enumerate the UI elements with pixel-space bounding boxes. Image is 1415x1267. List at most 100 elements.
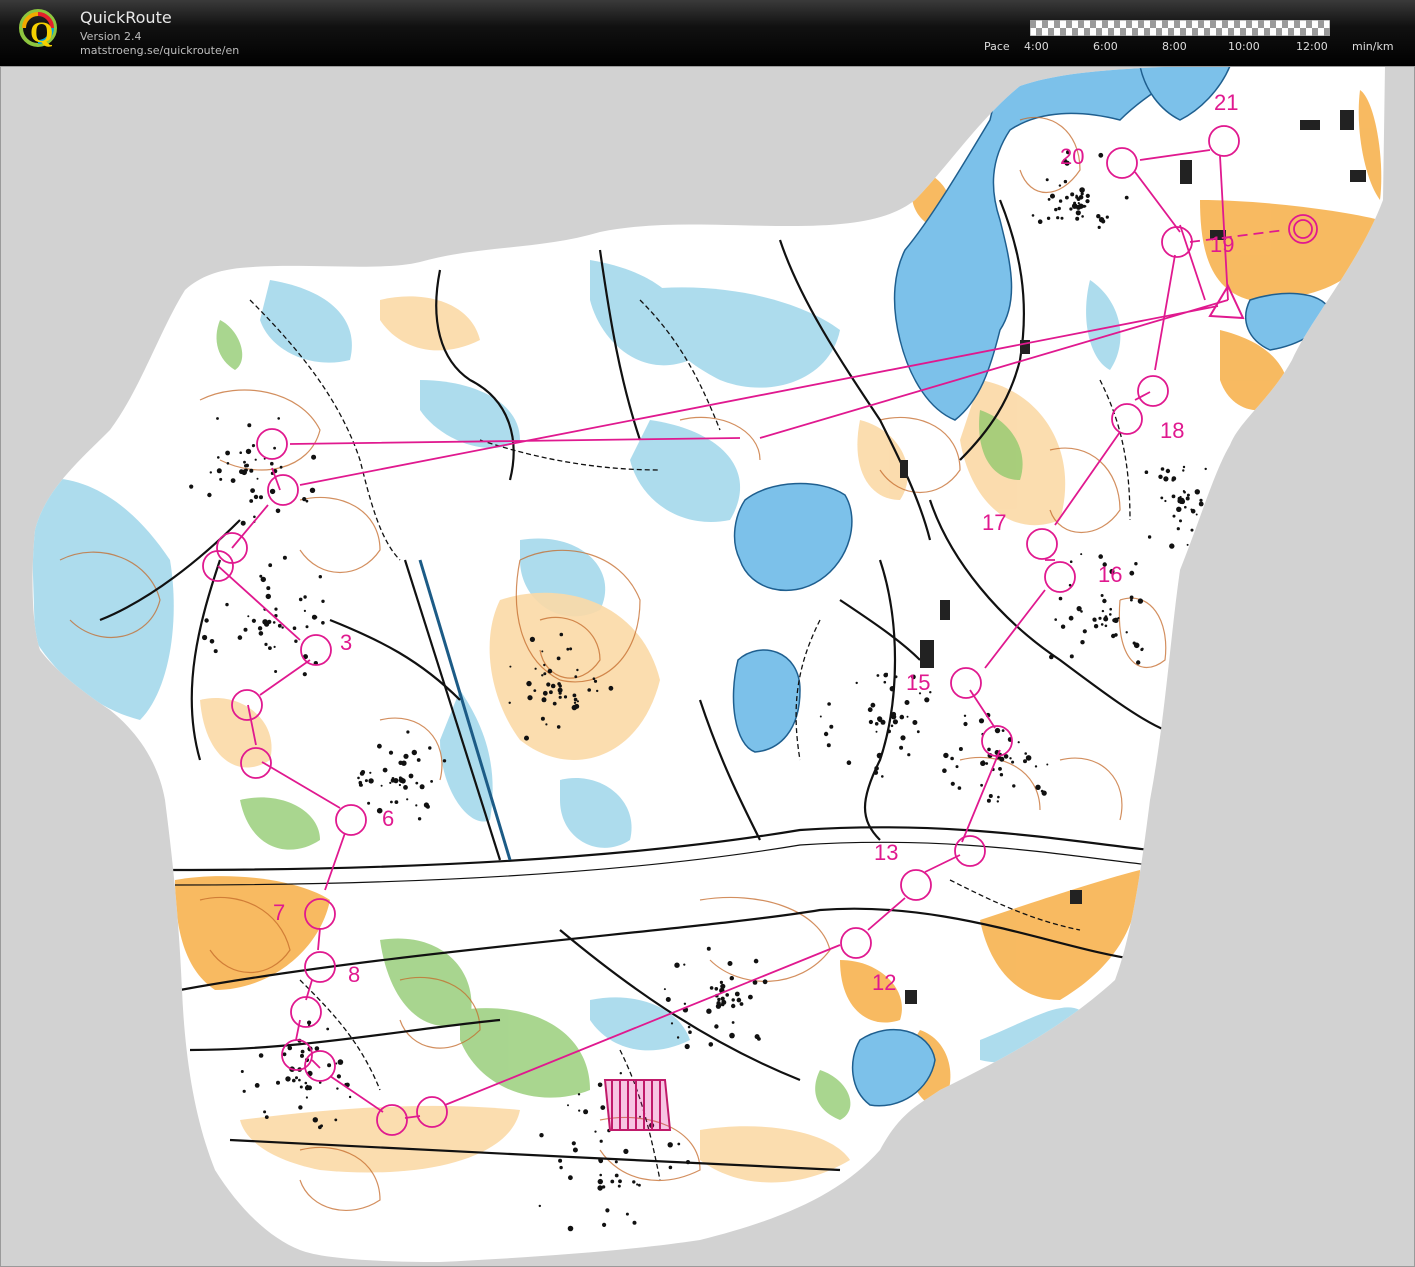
- control-number: 21: [1214, 90, 1238, 115]
- boulder-dot: [250, 488, 256, 493]
- boulder-dot: [1169, 543, 1175, 549]
- boulder-dot: [533, 689, 537, 692]
- boulder-dot: [275, 508, 281, 514]
- boulder-dot: [618, 1179, 622, 1184]
- boulder-dot: [1012, 784, 1016, 788]
- boulder-dot: [249, 468, 254, 473]
- boulder-dot: [1047, 198, 1051, 201]
- boulder-dot: [1098, 554, 1103, 559]
- boulder-dot: [880, 719, 886, 725]
- boulder-dot: [894, 675, 898, 679]
- boulder-dot: [213, 649, 218, 654]
- control-number: 17: [982, 510, 1006, 535]
- boulder-dot: [1172, 514, 1176, 518]
- boulder-dot: [1186, 543, 1189, 546]
- boulder-dot: [556, 725, 561, 729]
- boulder-dot: [1129, 595, 1134, 600]
- boulder-dot: [556, 656, 561, 661]
- boulder-dot: [390, 800, 393, 804]
- boulder-dot: [305, 625, 309, 629]
- boulder-dot: [1219, 504, 1223, 508]
- boulder-dot: [417, 817, 422, 821]
- boulder-dot: [266, 586, 271, 591]
- boulder-dot: [677, 1142, 681, 1146]
- boulder-dot: [663, 988, 666, 991]
- boulder-dot: [1080, 610, 1083, 613]
- boulder-dot: [415, 804, 418, 807]
- control-number: 20: [1060, 144, 1084, 169]
- boulder-dot: [1079, 187, 1085, 193]
- boulder-dot: [326, 1027, 330, 1031]
- boulder-dot: [1098, 152, 1104, 158]
- boulder-dot: [885, 672, 888, 676]
- boulder-dot: [202, 634, 208, 641]
- boulder-dot: [1104, 624, 1108, 628]
- boulder-dot: [217, 456, 220, 459]
- boulder-dot: [906, 715, 909, 718]
- boulder-dot: [1097, 225, 1101, 229]
- boulder-dot: [538, 1204, 541, 1208]
- boulder-dot: [734, 991, 740, 997]
- boulder-dot: [727, 961, 733, 966]
- boulder-dot: [1103, 616, 1109, 622]
- boulder-dot: [731, 1003, 736, 1009]
- boulder-dot: [762, 979, 768, 985]
- boulder-dot: [1227, 504, 1231, 508]
- boulder-dot: [1137, 598, 1144, 604]
- boulder-dot: [359, 771, 365, 776]
- boulder-dot: [736, 997, 742, 1003]
- boulder-dot: [881, 775, 884, 778]
- boulder-dot: [714, 1024, 719, 1029]
- boulder-dot: [1202, 533, 1207, 538]
- boulder-dot: [318, 575, 322, 579]
- boulder-dot: [543, 663, 546, 667]
- boulder-dot: [873, 770, 879, 775]
- boulder-dot: [557, 687, 563, 693]
- boulder-dot: [875, 730, 878, 733]
- boulder-dot: [388, 750, 394, 755]
- boulder-dot: [1085, 193, 1090, 198]
- boulder-dot: [1070, 192, 1075, 197]
- boulder-dot: [567, 1104, 569, 1107]
- boulder-dot: [307, 1020, 312, 1025]
- boulder-dot: [368, 778, 374, 784]
- pace-tick: 10:00: [1228, 40, 1260, 53]
- boulder-dot: [748, 994, 753, 1000]
- boulder-dot: [304, 1085, 310, 1091]
- boulder-dot: [1078, 195, 1084, 200]
- boulder-dot: [1101, 219, 1106, 224]
- boulder-dot: [978, 718, 985, 724]
- boulder-dot: [994, 727, 1001, 734]
- boulder-dot: [567, 1225, 574, 1232]
- boulder-dot: [924, 697, 930, 703]
- boulder-dot: [955, 765, 959, 769]
- boulder-dot: [668, 1165, 673, 1170]
- boulder-dot: [1214, 494, 1220, 500]
- boulder-dot: [258, 1053, 264, 1058]
- boulder-dot: [1147, 535, 1152, 539]
- boulder-dot: [709, 986, 714, 990]
- boulder-dot: [1160, 496, 1164, 500]
- control-number: 8: [348, 962, 360, 987]
- boulder-dot: [415, 781, 419, 785]
- boulder-dot: [253, 515, 256, 519]
- boulder-dot: [216, 417, 219, 420]
- boulder-dot: [846, 760, 852, 765]
- boulder-dot: [243, 627, 248, 632]
- boulder-dot: [269, 488, 276, 495]
- boulder-dot: [598, 1158, 602, 1162]
- boulder-dot: [891, 711, 897, 717]
- boulder-dot: [1113, 617, 1119, 623]
- boulder-dot: [337, 1059, 344, 1065]
- boulder-dot: [377, 743, 382, 749]
- app-url[interactable]: matstroeng.se/quickroute/en: [80, 44, 239, 57]
- quickroute-logo-icon: Q: [19, 9, 57, 49]
- boulder-dot: [357, 776, 360, 780]
- out-of-bounds-area: [603, 1079, 672, 1131]
- boulder-dot: [619, 1072, 622, 1075]
- boulder-dot: [574, 675, 578, 679]
- boulder-dot: [1009, 757, 1012, 760]
- orienteering-map[interactable]: 3 6 7 8 12 13 15 16 17 18 19 20 21: [0, 66, 1415, 1267]
- boulder-dot: [1037, 219, 1043, 224]
- boulder-dot: [1041, 790, 1047, 796]
